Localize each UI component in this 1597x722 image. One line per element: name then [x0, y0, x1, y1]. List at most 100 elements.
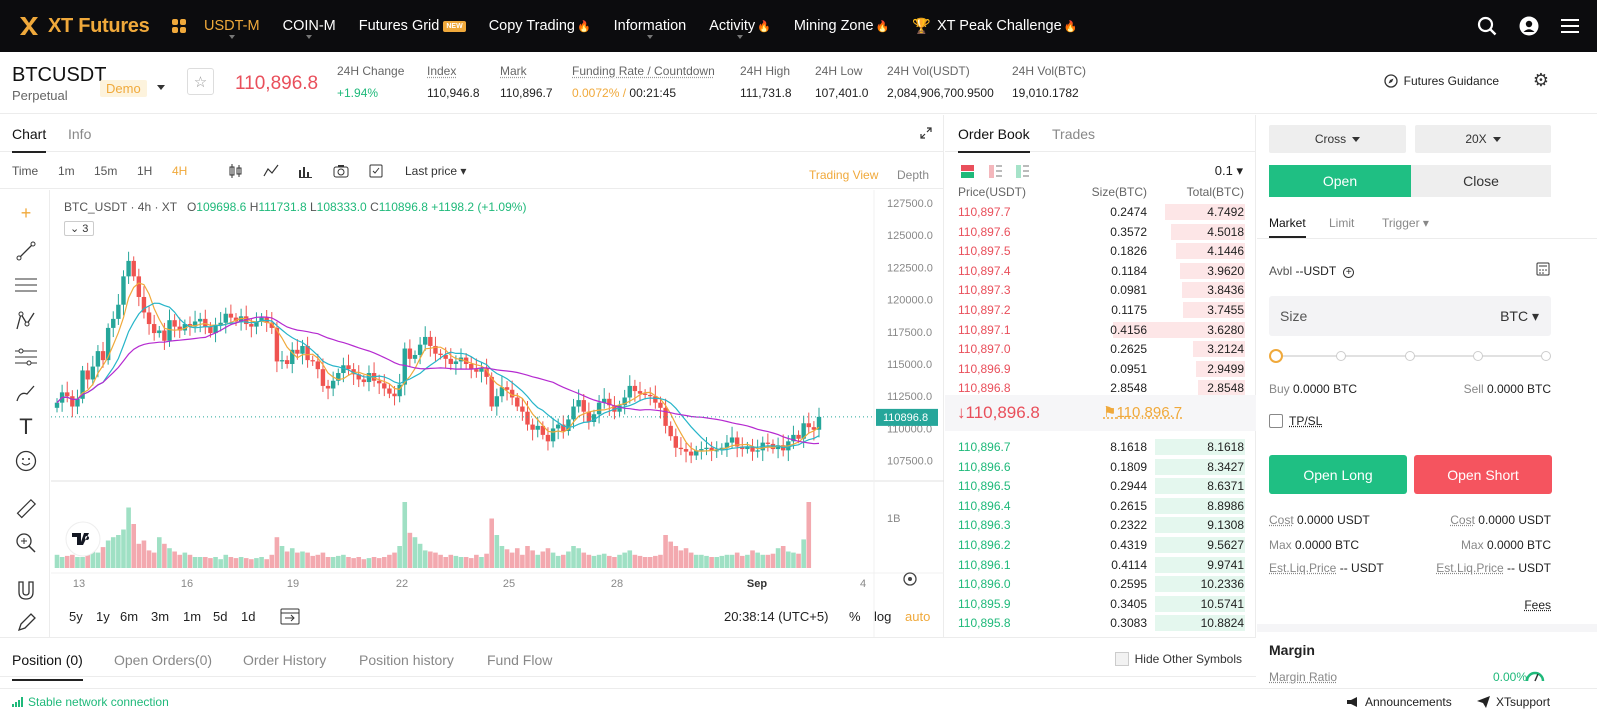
nav-item-7[interactable]: 🏆 XT Peak Challenge 🔥 — [912, 0, 1077, 52]
user-icon[interactable] — [1519, 16, 1539, 36]
horizontal-lines-icon[interactable] — [13, 272, 39, 298]
symbol-name[interactable]: BTCUSDT — [12, 64, 106, 87]
both-sides-icon[interactable] — [961, 165, 974, 178]
range-5y[interactable]: 5y — [69, 609, 83, 624]
order-book-bid-row[interactable]: 110,896.7 8.1618 8.1618 — [945, 437, 1256, 457]
size-slider[interactable] — [1269, 349, 1551, 363]
lock-pencil-icon[interactable] — [13, 610, 39, 636]
asks-only-icon[interactable] — [989, 165, 1002, 178]
leverage-select[interactable]: 20X — [1415, 125, 1551, 153]
announcements-link[interactable]: Announcements — [1346, 695, 1452, 709]
open-long-button[interactable]: Open Long — [1269, 455, 1407, 494]
order-book-bid-row[interactable]: 110,895.9 0.3405 10.5741 — [945, 594, 1256, 614]
tab-trades[interactable]: Trades — [1052, 126, 1095, 142]
nav-item-5[interactable]: Activity 🔥 — [709, 0, 771, 52]
fib-icon[interactable] — [13, 344, 39, 370]
order-book-bid-row[interactable]: 110,896.2 0.4319 9.5627 — [945, 535, 1256, 555]
pattern-icon[interactable] — [13, 308, 39, 334]
brand-logo[interactable]: XT Futures — [18, 15, 168, 38]
calculator-icon[interactable] — [1536, 262, 1550, 276]
emoji-icon[interactable] — [13, 448, 39, 474]
brush-icon[interactable] — [13, 380, 39, 406]
range-3m[interactable]: 3m — [151, 609, 169, 624]
depth-view[interactable]: Depth — [897, 168, 929, 182]
order-type-trigger[interactable]: Trigger ▾ — [1382, 216, 1429, 230]
add-funds-icon[interactable]: + — [1343, 267, 1355, 278]
precision-select[interactable]: 0.1 ▾ — [1215, 163, 1243, 179]
order-book-bid-row[interactable]: 110,896.1 0.4114 9.9741 — [945, 555, 1256, 575]
range-6m[interactable]: 6m — [120, 609, 138, 624]
camera-icon[interactable] — [333, 164, 349, 178]
tab-open-orders[interactable]: Open Orders(0) — [114, 652, 212, 668]
order-book-ask-row[interactable]: 110,897.5 0.1826 4.1446 — [945, 241, 1256, 261]
tpsl-checkbox[interactable]: TP/SL — [1269, 414, 1322, 428]
order-book-ask-row[interactable]: 110,897.0 0.2625 3.2124 — [945, 339, 1256, 359]
bids-only-icon[interactable] — [1016, 165, 1029, 178]
order-type-market[interactable]: Market — [1269, 216, 1306, 238]
edit-icon[interactable] — [369, 164, 383, 178]
nav-item-0[interactable]: USDT-M — [204, 0, 260, 52]
text-tool-icon[interactable]: T — [13, 414, 39, 440]
order-type-limit[interactable]: Limit — [1329, 216, 1354, 230]
range-1y[interactable]: 1y — [96, 609, 110, 624]
tab-fund-flow[interactable]: Fund Flow — [487, 652, 552, 668]
timeframe-1h[interactable]: 1H — [137, 164, 152, 178]
fullscreen-icon[interactable] — [920, 127, 932, 139]
range-1d[interactable]: 1d — [241, 609, 255, 624]
order-book-ask-row[interactable]: 110,897.4 0.1184 3.9620 — [945, 261, 1256, 281]
nav-item-3[interactable]: Copy Trading 🔥 — [489, 0, 591, 52]
range-5d[interactable]: 5d — [213, 609, 227, 624]
order-book-ask-row[interactable]: 110,897.3 0.0981 3.8436 — [945, 280, 1256, 300]
support-link[interactable]: XTsupport — [1477, 695, 1550, 709]
candle-type-icon[interactable] — [228, 164, 243, 178]
indicators-icon[interactable] — [263, 164, 279, 178]
tab-info[interactable]: Info — [68, 126, 91, 142]
order-book-ask-row[interactable]: 110,897.6 0.3572 4.5018 — [945, 222, 1256, 242]
log-toggle[interactable]: log — [874, 609, 891, 624]
goto-date-icon[interactable] — [280, 607, 300, 628]
timeframe-1m[interactable]: 1m — [58, 164, 75, 178]
order-book-bid-row[interactable]: 110,896.3 0.2322 9.1308 — [945, 515, 1256, 535]
open-tab[interactable]: Open — [1269, 165, 1411, 197]
fees-link[interactable]: Fees — [1524, 598, 1551, 612]
timeframe-4h[interactable]: 4H — [172, 164, 187, 178]
demo-badge[interactable]: Demo — [100, 80, 147, 97]
tab-position-history[interactable]: Position history — [359, 652, 454, 668]
range-1m[interactable]: 1m — [183, 609, 201, 624]
nav-item-6[interactable]: Mining Zone 🔥 — [794, 0, 890, 52]
margin-mode-select[interactable]: Cross — [1269, 125, 1406, 153]
tradingview-view[interactable]: Trading View — [809, 168, 878, 182]
order-book-ask-row[interactable]: 110,896.9 0.0951 2.9499 — [945, 359, 1256, 379]
order-book-ask-row[interactable]: 110,897.1 0.4156 3.6280 — [945, 320, 1256, 340]
menu-icon[interactable] — [1561, 18, 1579, 34]
search-icon[interactable] — [1477, 16, 1497, 36]
volume-bars-icon[interactable] — [298, 164, 313, 178]
nav-item-4[interactable]: Information — [614, 0, 686, 52]
percent-toggle[interactable]: % — [849, 609, 861, 624]
order-book-bid-row[interactable]: 110,896.5 0.2944 8.6371 — [945, 476, 1256, 496]
open-short-button[interactable]: Open Short — [1414, 455, 1552, 494]
order-book-bid-row[interactable]: 110,896.0 0.2595 10.2336 — [945, 574, 1256, 594]
nav-item-1[interactable]: COIN-M — [283, 0, 336, 52]
magnet-icon[interactable] — [13, 578, 39, 604]
order-book-bid-row[interactable]: 110,896.6 0.1809 8.3427 — [945, 457, 1256, 477]
price-type-select[interactable]: Last price ▾ — [405, 164, 466, 178]
favorite-star-icon[interactable]: ☆ — [187, 68, 214, 95]
zoom-in-icon[interactable] — [13, 530, 39, 556]
timeframe-15m[interactable]: 15m — [94, 164, 117, 178]
futures-guidance-link[interactable]: Futures Guidance — [1383, 74, 1499, 88]
price-chart[interactable]: BTC_USDT · 4h · XT O109698.6 H111731.8 L… — [51, 190, 944, 637]
mid-price[interactable]: ↓110,896.8 — [957, 403, 1040, 423]
close-tab[interactable]: Close — [1411, 165, 1551, 197]
chart-clock[interactable]: 20:38:14 (UTC+5) — [724, 609, 828, 624]
trendline-icon[interactable] — [13, 238, 39, 264]
nav-item-2[interactable]: Futures Grid NEW — [359, 0, 466, 52]
hide-other-symbols-checkbox[interactable]: Hide Other Symbols — [1114, 652, 1242, 666]
size-input[interactable]: Size BTC ▾ — [1269, 296, 1551, 336]
tab-position[interactable]: Position (0) — [12, 652, 83, 681]
tab-order-history[interactable]: Order History — [243, 652, 326, 668]
apps-grid-icon[interactable] — [172, 19, 186, 33]
tab-chart[interactable]: Chart — [12, 126, 47, 153]
order-book-bid-row[interactable]: 110,896.4 0.2615 8.8986 — [945, 496, 1256, 516]
order-book-bid-row[interactable]: 110,895.8 0.3083 10.8824 — [945, 613, 1256, 633]
